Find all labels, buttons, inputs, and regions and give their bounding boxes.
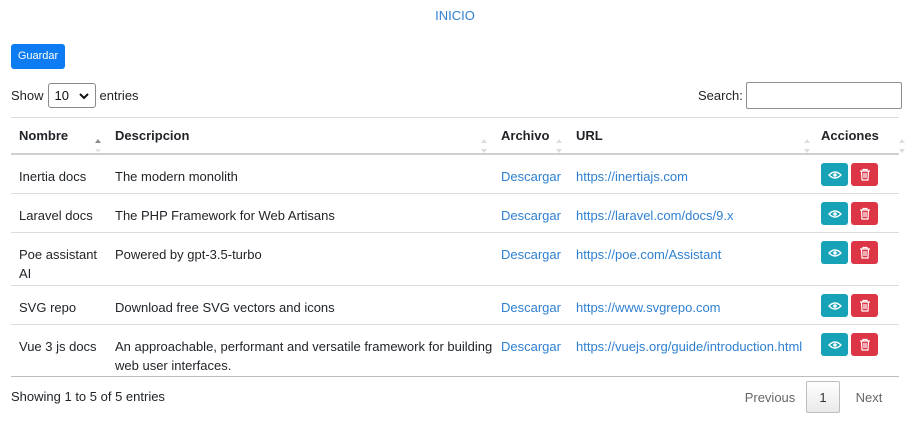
search-control: Search: [698,82,902,109]
view-button[interactable] [821,163,848,186]
pagination: Previous 1 Next [734,380,898,414]
url-link[interactable]: https://inertiajs.com [576,169,688,184]
column-header-label: Acciones [821,128,879,143]
row-actions [816,241,899,285]
column-header-label: Archivo [501,128,550,143]
download-link[interactable]: Descargar [501,169,561,184]
url-link[interactable]: https://poe.com/Assistant [576,247,721,262]
entries-length-control: Show 10 entries [11,83,139,108]
table-header-row: Nombre Descripcion Archivo URL Acciones [11,117,905,155]
url-link[interactable]: https://www.svgrepo.com [576,300,721,315]
entries-select[interactable]: 10 [47,83,96,108]
url-link[interactable]: https://vuejs.org/guide/introduction.htm… [576,339,802,354]
row-actions [816,333,899,376]
delete-button[interactable] [851,241,878,264]
eye-icon [827,248,842,257]
delete-button[interactable] [851,163,878,186]
column-header-descripcion[interactable]: Descripcion [107,128,493,153]
row-actions [816,202,899,232]
sort-icon [556,139,562,153]
chevron-down-icon [78,92,89,99]
cell-nombre: SVG repo [19,300,77,315]
table-row: Inertia docs The modern monolith Descarg… [11,155,899,194]
download-link[interactable]: Descargar [501,247,561,262]
cell-descripcion: The modern monolith [115,169,238,184]
trash-icon [859,168,870,181]
trash-icon [859,338,870,351]
trash-icon [859,299,870,312]
save-button[interactable]: Guardar [11,44,65,69]
cell-nombre: Inertia docs [19,169,87,184]
table-row: Vue 3 js docs An approachable, performan… [11,325,899,377]
eye-icon [827,170,842,179]
search-input[interactable] [745,82,902,109]
sort-icon [481,139,487,153]
download-link[interactable]: Descargar [501,208,561,223]
view-button[interactable] [821,202,848,225]
column-header-label: Descripcion [115,128,190,143]
view-button[interactable] [821,333,848,356]
trash-icon [859,246,870,259]
column-header-label: Nombre [19,128,69,143]
entries-label: entries [99,88,139,103]
column-header-acciones[interactable]: Acciones [816,128,905,153]
table-row: Poe assistant AI Powered by gpt-3.5-turb… [11,233,899,286]
cell-nombre: Laravel docs [19,208,93,223]
data-table: Nombre Descripcion Archivo URL Acciones … [11,117,905,377]
page-button-1[interactable]: 1 [806,381,840,413]
cell-nombre: Vue 3 js docs [19,339,97,354]
show-label: Show [11,88,44,103]
eye-icon [827,301,842,310]
entries-select-value: 10 [54,88,69,103]
row-actions [816,163,899,193]
previous-button[interactable]: Previous [734,390,806,405]
delete-button[interactable] [851,333,878,356]
view-button[interactable] [821,294,848,317]
eye-icon [827,209,842,218]
cell-descripcion: Powered by gpt-3.5-turbo [115,247,262,262]
sort-icon [899,139,905,153]
table-row: SVG repo Download free SVG vectors and i… [11,286,899,325]
url-link[interactable]: https://laravel.com/docs/9.x [576,208,734,223]
download-link[interactable]: Descargar [501,339,561,354]
inicio-link[interactable]: INICIO [0,8,910,23]
download-link[interactable]: Descargar [501,300,561,315]
column-header-url[interactable]: URL [568,128,816,153]
column-header-nombre[interactable]: Nombre [11,128,107,153]
sort-icon [804,139,810,153]
row-actions [816,294,899,324]
view-button[interactable] [821,241,848,264]
eye-icon [827,340,842,349]
column-header-label: URL [576,128,603,143]
search-label: Search: [698,88,743,103]
table-info: Showing 1 to 5 of 5 entries [11,389,165,404]
next-button[interactable]: Next [840,390,898,405]
cell-descripcion: Download free SVG vectors and icons [115,300,335,315]
trash-icon [859,207,870,220]
delete-button[interactable] [851,202,878,225]
delete-button[interactable] [851,294,878,317]
cell-descripcion: The PHP Framework for Web Artisans [115,208,335,223]
cell-descripcion: An approachable, performant and versatil… [115,339,493,373]
table-row: Laravel docs The PHP Framework for Web A… [11,194,899,233]
sort-asc-icon [95,139,101,153]
column-header-archivo[interactable]: Archivo [493,128,568,153]
cell-nombre: Poe assistant AI [19,247,98,281]
